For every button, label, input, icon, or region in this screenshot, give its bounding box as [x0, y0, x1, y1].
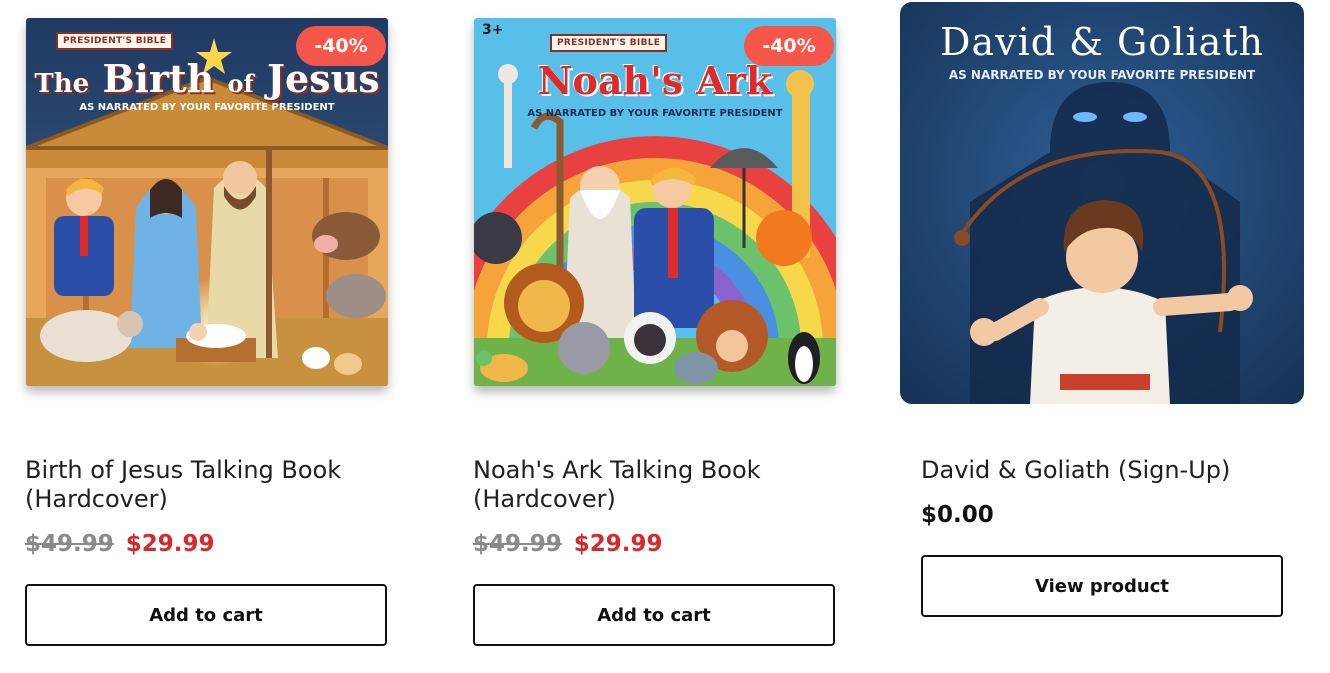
product-image-link[interactable]: David & Goliath AS NARRATED BY YOUR FAVO… — [900, 0, 1310, 410]
product-title[interactable]: David & Goliath (Sign-Up) — [921, 456, 1301, 485]
cover-series-tag: PRESIDENT'S BIBLE — [550, 34, 668, 52]
add-to-cart-button[interactable]: Add to cart — [473, 584, 835, 646]
view-product-button[interactable]: View product — [921, 555, 1283, 617]
product-card-birth-of-jesus: PRESIDENT'S BIBLE The Birth of Jesus AS … — [22, 0, 432, 673]
original-price: $49.99 — [473, 531, 562, 557]
price-group: $49.99 $29.99 — [25, 531, 215, 557]
book-cover-noahs-ark: 3+ PRESIDENT'S BIBLE Noah's Ark AS NARRA… — [474, 18, 836, 386]
discount-badge: -40% — [296, 26, 386, 66]
cover-subtitle: AS NARRATED BY YOUR FAVORITE PRESIDENT — [527, 108, 783, 119]
sale-price: $29.99 — [573, 531, 663, 557]
product-card-noahs-ark: 3+ PRESIDENT'S BIBLE Noah's Ark AS NARRA… — [470, 0, 880, 673]
cover-subtitle: AS NARRATED BY YOUR FAVORITE PRESIDENT — [79, 102, 335, 113]
product-card-david-goliath: David & Goliath AS NARRATED BY YOUR FAVO… — [900, 0, 1310, 673]
product-image-link[interactable]: PRESIDENT'S BIBLE The Birth of Jesus AS … — [22, 0, 432, 410]
cover-series-tag: PRESIDENT'S BIBLE — [56, 32, 174, 50]
add-to-cart-button[interactable]: Add to cart — [25, 584, 387, 646]
book-cover-birth-of-jesus: PRESIDENT'S BIBLE The Birth of Jesus AS … — [26, 18, 388, 386]
cover-title-part: The — [34, 69, 90, 99]
product-title[interactable]: Noah's Ark Talking Book (Hardcover) — [473, 456, 853, 514]
discount-badge: -40% — [744, 26, 834, 66]
sale-price: $29.99 — [125, 531, 215, 557]
cover-title-part: Birth — [102, 56, 215, 101]
product-image-link[interactable]: 3+ PRESIDENT'S BIBLE Noah's Ark AS NARRA… — [470, 0, 880, 410]
cover-title-part: of — [227, 69, 254, 98]
product-image-david-goliath: David & Goliath AS NARRATED BY YOUR FAVO… — [900, 2, 1304, 404]
age-rating-label: 3+ — [482, 22, 504, 38]
price-group: $49.99 $29.99 — [473, 531, 663, 557]
original-price: $49.99 — [25, 531, 114, 557]
product-title[interactable]: Birth of Jesus Talking Book (Hardcover) — [25, 456, 405, 514]
cover-subtitle: AS NARRATED BY YOUR FAVORITE PRESIDENT — [948, 68, 1256, 82]
product-price: $0.00 — [921, 502, 994, 528]
cover-title: David & Goliath — [940, 20, 1264, 64]
